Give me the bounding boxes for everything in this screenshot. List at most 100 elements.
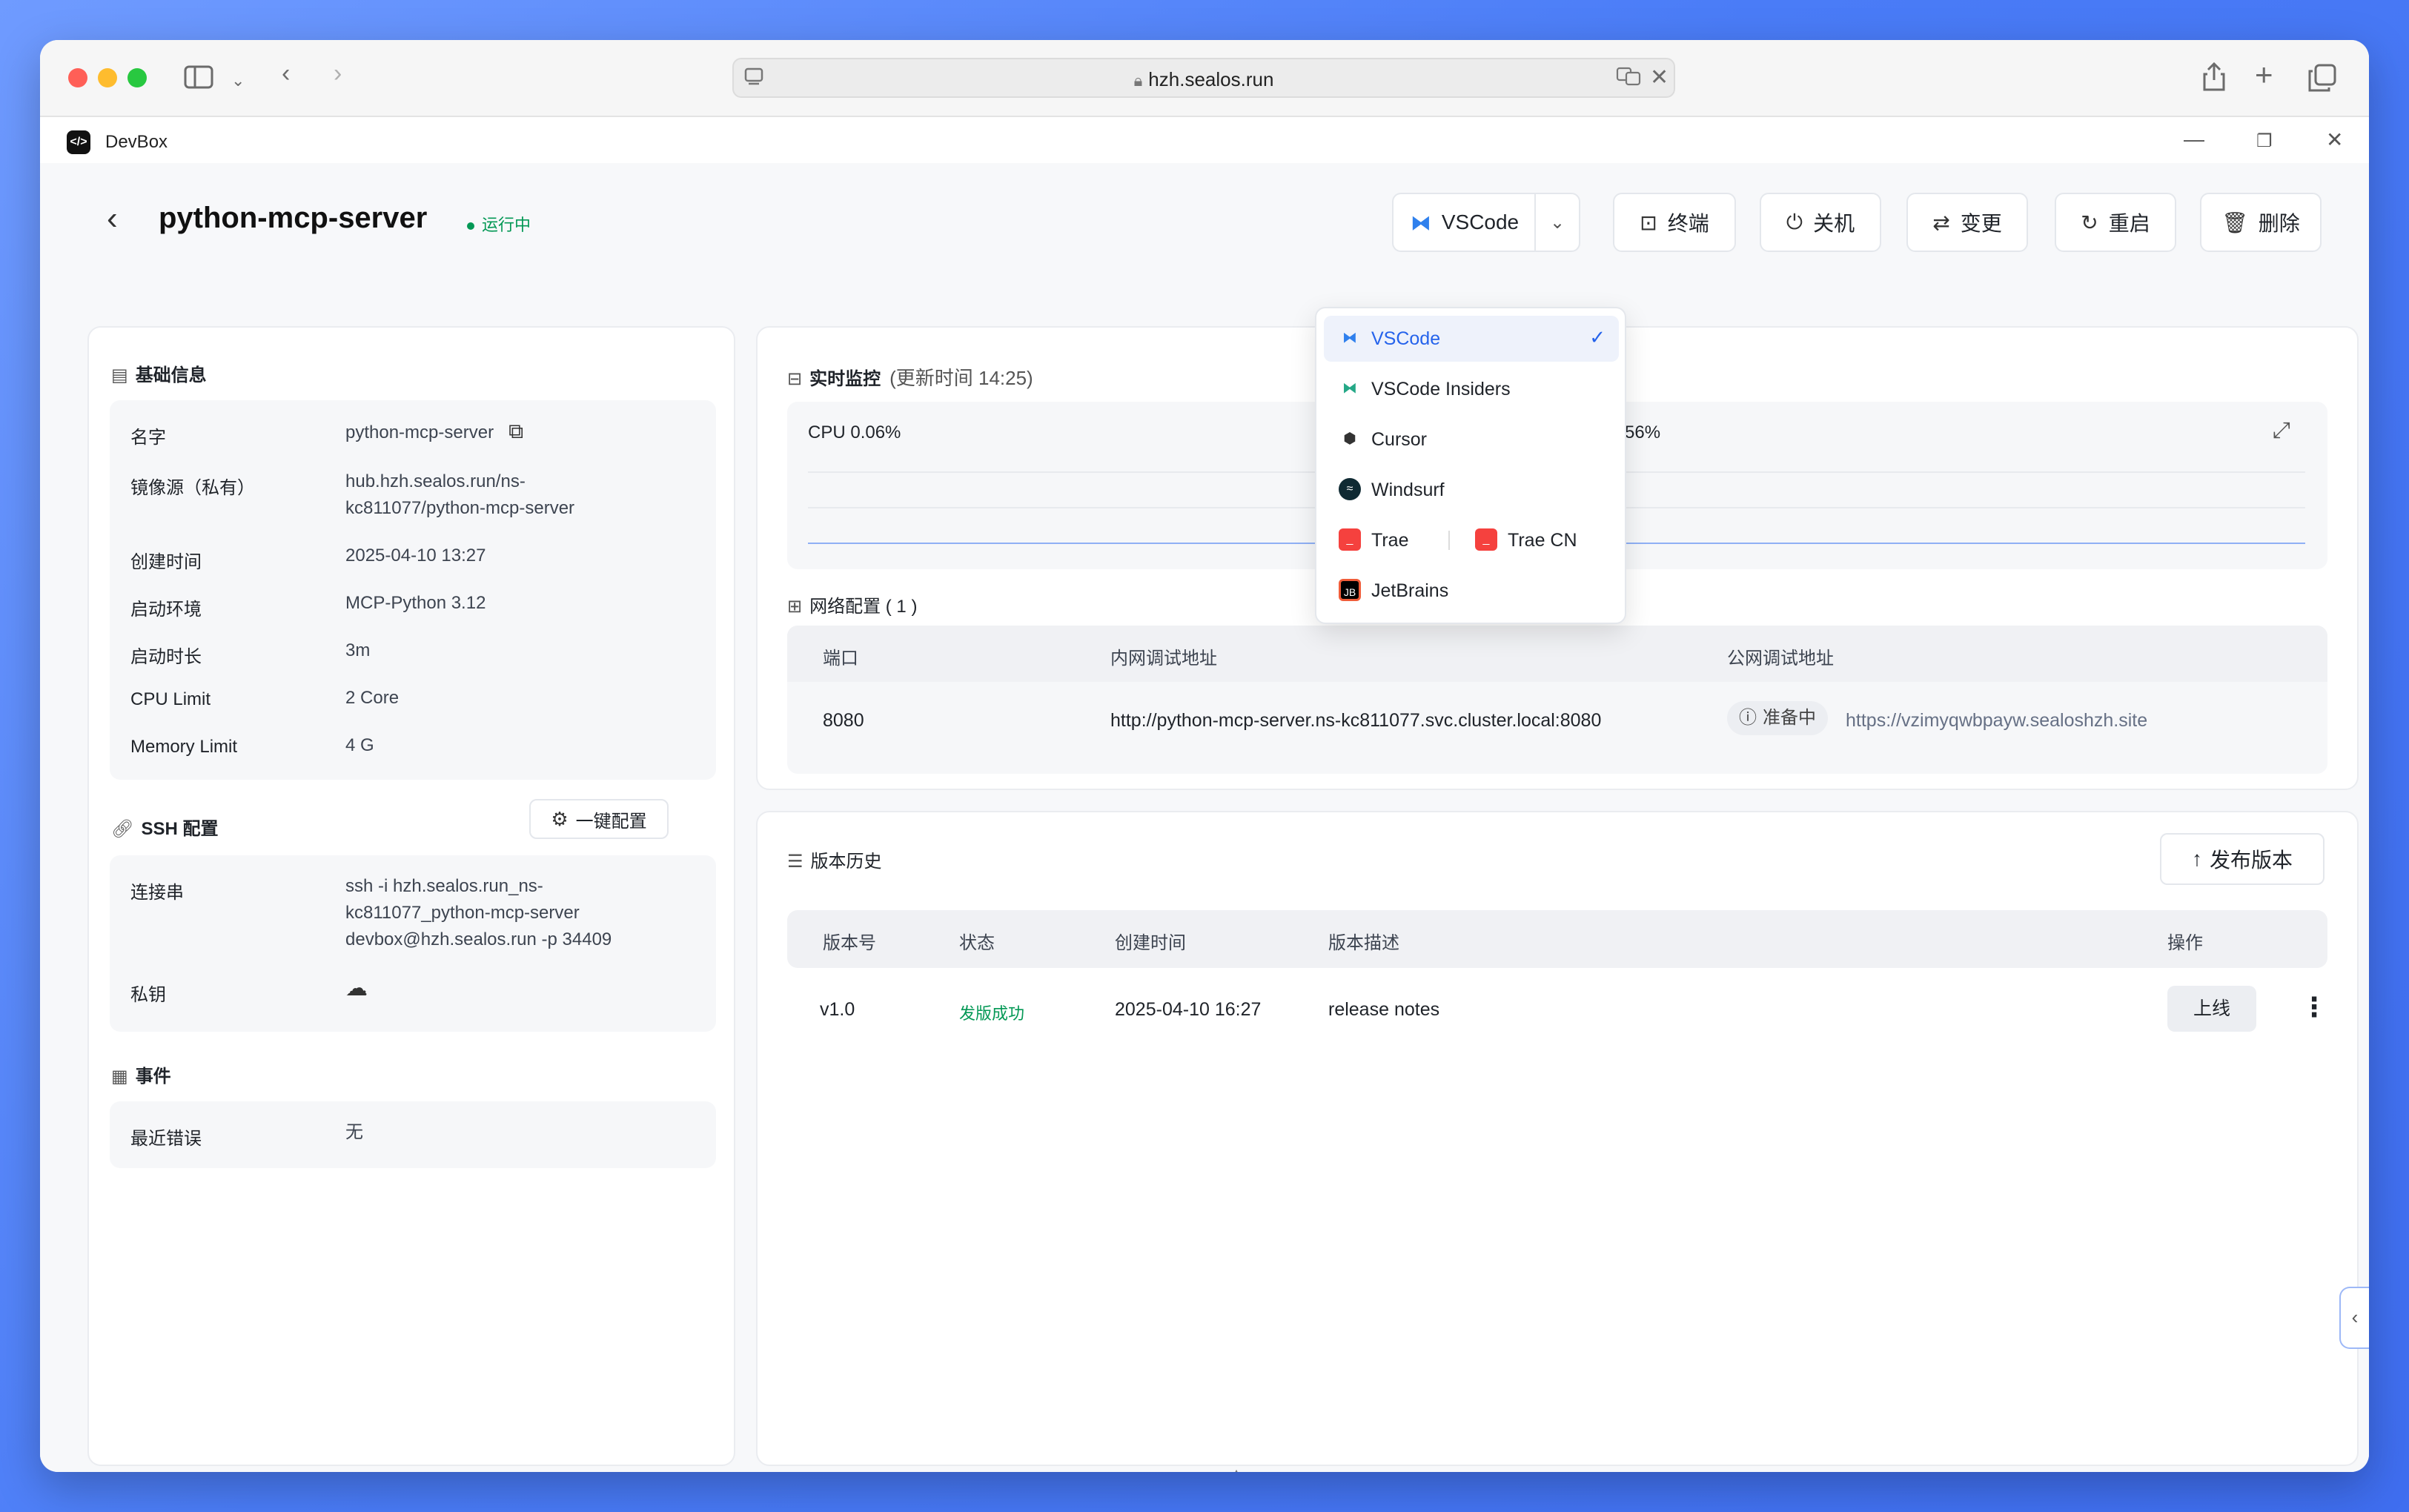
ide-option-windsurf[interactable]: ≈ Windsurf	[1324, 467, 1619, 513]
zoom-window-button[interactable]	[127, 68, 147, 87]
forward-nav-icon[interactable]: ›	[334, 61, 342, 86]
minimize-icon[interactable]: —	[2184, 127, 2204, 151]
preparing-badge: ⓘ 准备中	[1727, 701, 1828, 735]
close-window-button[interactable]	[68, 68, 87, 87]
ide-option-cursor[interactable]: ⬢ Cursor	[1324, 417, 1619, 462]
status-badge: 运行中	[467, 212, 531, 236]
link-icon: 🔗︎	[111, 819, 134, 839]
ide-option-jetbrains[interactable]: JB JetBrains	[1324, 568, 1619, 614]
restore-icon[interactable]: ❐	[2256, 130, 2273, 152]
download-cloud-icon[interactable]: ☁︎	[345, 975, 368, 1002]
info-key: 启动环境	[130, 600, 202, 620]
monitor-icon: ⊟	[787, 369, 803, 389]
more-actions-icon[interactable]: ⋮	[2301, 992, 2327, 1023]
info-key: 启动时长	[130, 647, 202, 667]
bottom-handle-icon[interactable]: ▴	[1219, 1465, 1254, 1472]
terminal-button[interactable]: ⊡ 终端	[1613, 193, 1736, 252]
ide-option-vscode-insiders[interactable]: ⧓ VSCode Insiders	[1324, 366, 1619, 412]
info-value: 4 G	[345, 735, 374, 755]
info-card: ▤ 基础信息 名字 python-mcp-server ⧉ 镜像源（私有） hub.…	[87, 326, 735, 1466]
info-key: 名字	[130, 428, 166, 448]
monitor-title: ⊟ 实时监控 (更新时间 14:25)	[787, 367, 1033, 389]
share-icon[interactable]	[2201, 62, 2227, 96]
arrow-up-icon: ↑	[2191, 847, 2202, 870]
jetbrains-icon: JB	[1339, 579, 1361, 601]
trae-cn-icon: _	[1475, 528, 1497, 551]
column-header: 操作	[2167, 933, 2203, 953]
info-value-image: hub.hzh.sealos.run/ns-kc811077/python-mc…	[345, 471, 575, 518]
open-ide-button[interactable]: ⧓ VSCode	[1392, 193, 1536, 252]
change-button[interactable]: ⇄ 变更	[1906, 193, 2028, 252]
browser-toolbar: ⌄ ‹ › 🔒︎ hzh.sealos.run ✕ +	[40, 40, 2369, 117]
close-icon[interactable]: ✕	[2326, 127, 2343, 152]
basic-info-list: 名字 python-mcp-server ⧉ 镜像源（私有） hub.hzh.se…	[110, 400, 716, 780]
events-list: 最近错误 无	[110, 1101, 716, 1168]
internal-address-link[interactable]: http://python-mcp-server.ns-kc811077.svc…	[1110, 710, 1601, 732]
restart-icon: ↻	[2081, 210, 2098, 234]
sidebar-toggle-icon[interactable]	[184, 65, 213, 93]
trae-icon: _	[1339, 528, 1361, 551]
copy-icon[interactable]: ⧉	[508, 420, 523, 442]
event-value: 无	[345, 1122, 363, 1142]
ssh-title: 🔗︎ SSH 配置	[111, 819, 219, 839]
collapse-panel-tab[interactable]: ‹	[2339, 1287, 2369, 1349]
expand-icon[interactable]: ⤢	[2273, 418, 2290, 443]
info-value: 2 Core	[345, 688, 400, 708]
network-title: ⊞ 网络配置 ( 1 )	[787, 597, 918, 617]
minimize-window-button[interactable]	[98, 68, 117, 87]
question-icon: ⓘ	[1739, 708, 1757, 728]
event-key: 最近错误	[130, 1129, 202, 1149]
page-title: python-mcp-server	[159, 202, 428, 234]
column-header: 创建时间	[1115, 933, 1186, 953]
info-key: CPU Limit	[130, 689, 211, 709]
info-value: 2025-04-10 13:27	[345, 546, 486, 566]
column-header: 内网调试地址	[1110, 649, 1217, 669]
network-icon: ⊞	[787, 597, 803, 617]
ssh-key: 私钥	[130, 985, 166, 1005]
ssh-connection-string[interactable]: ssh -i hzh.sealos.run_ns- kc811077_pytho…	[345, 873, 612, 953]
ide-dropdown-button[interactable]: ⌄	[1534, 193, 1580, 252]
devbox-detail-page: ‹ python-mcp-server 运行中 ⧓ VSCode ⌄ ⊡ 终端 ⏻…	[40, 163, 2369, 1472]
one-click-config-button[interactable]: ⚙ 一键配置	[529, 799, 669, 839]
info-key: 创建时间	[130, 552, 202, 572]
vscode-icon: ⧓	[1410, 210, 1431, 234]
address-bar[interactable]: 🔒︎ hzh.sealos.run ✕	[732, 58, 1675, 98]
chevron-down-icon: ⌄	[1549, 212, 1565, 233]
delete-button[interactable]: 🗑︎ 删除	[2200, 193, 2322, 252]
version-status: 发版成功	[959, 1004, 1025, 1023]
go-online-button[interactable]: 上线	[2167, 986, 2256, 1032]
ide-option-trae[interactable]: _ Trae	[1324, 517, 1457, 563]
lock-icon: 🔒︎	[1133, 71, 1143, 90]
ide-option-vscode[interactable]: ⧓ VSCode ✓	[1324, 316, 1619, 362]
column-header: 状态	[959, 933, 995, 953]
app-title: DevBox	[105, 132, 168, 152]
restart-button[interactable]: ↻ 重启	[2055, 193, 2176, 252]
tab-overview-icon[interactable]	[2308, 64, 2336, 96]
calendar-icon: ▦	[111, 1067, 128, 1087]
info-key: Memory Limit	[130, 737, 238, 757]
version-cell: v1.0	[820, 999, 855, 1020]
swap-icon: ⇄	[1932, 210, 1950, 234]
version-history-card: ☰ 版本历史 ↑ 发布版本 版本号 状态 创建时间 版本描述 操作 v1.0 发版成…	[756, 811, 2359, 1466]
new-tab-icon[interactable]: +	[2255, 59, 2273, 90]
windsurf-icon: ≈	[1339, 478, 1361, 500]
back-nav-icon[interactable]: ‹	[282, 61, 290, 86]
ide-option-trae-cn[interactable]: _ Trae CN	[1460, 517, 1616, 563]
chevron-down-icon[interactable]: ⌄	[231, 68, 245, 93]
publish-version-button[interactable]: ↑ 发布版本	[2160, 833, 2324, 885]
public-address-link[interactable]: https://vzimyqwbpayw.sealoshzh.site	[1846, 710, 2147, 732]
events-title: ▦ 事件	[111, 1067, 171, 1087]
shutdown-button[interactable]: ⏻ 关机	[1760, 193, 1881, 252]
info-value-name: python-mcp-server ⧉	[345, 420, 524, 442]
trash-icon: 🗑︎	[2221, 210, 2248, 234]
column-header: 端口	[823, 649, 858, 669]
version-table-header: 版本号 状态 创建时间 版本描述 操作	[787, 910, 2327, 968]
column-header: 版本号	[823, 933, 876, 953]
gear-icon: ⚙	[551, 807, 569, 830]
translate-icon[interactable]	[1616, 65, 1643, 93]
ide-dropdown-menu: ⧓ VSCode ✓ ⧓ VSCode Insiders ⬢ Cursor ≈ …	[1315, 307, 1626, 624]
created-time-cell: 2025-04-10 16:27	[1115, 999, 1262, 1020]
list-icon: ☰	[787, 852, 803, 872]
back-icon[interactable]: ‹	[107, 200, 118, 237]
clear-url-icon[interactable]: ✕	[1650, 65, 1669, 90]
